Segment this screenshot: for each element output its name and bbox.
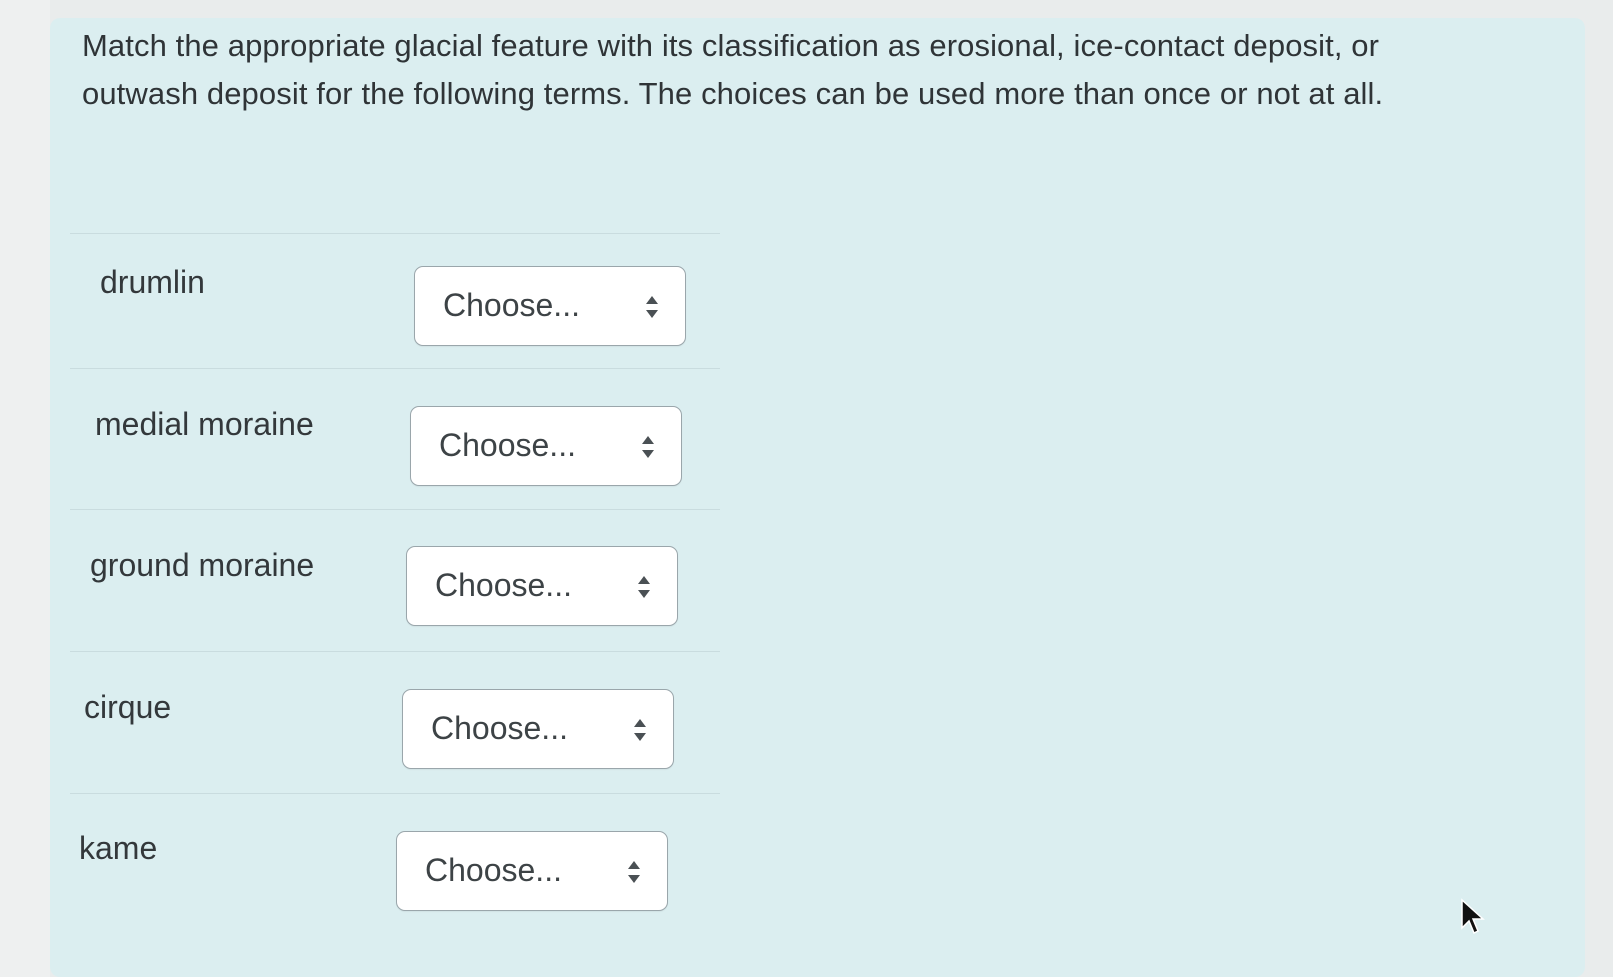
classification-select-drumlin[interactable]: Choose... <box>414 266 686 346</box>
row-divider <box>70 368 720 369</box>
row-divider <box>70 793 720 794</box>
mouse-pointer-icon <box>1461 898 1485 935</box>
select-value: Choose... <box>425 852 562 888</box>
select-value: Choose... <box>439 427 576 463</box>
term-ground-moraine: ground moraine <box>90 547 315 583</box>
select-value: Choose... <box>443 287 580 323</box>
select-value: Choose... <box>431 710 568 746</box>
row-divider <box>70 651 720 652</box>
question-panel <box>50 18 1585 977</box>
question-text: Match the appropriate glacial feature wi… <box>82 28 1384 111</box>
term-medial-moraine: medial moraine <box>95 406 314 442</box>
page-margin <box>0 0 50 977</box>
term-kame: kame <box>79 830 158 866</box>
classification-select-cirque[interactable]: Choose... <box>402 689 674 769</box>
classification-select-ground-moraine[interactable]: Choose... <box>406 546 678 626</box>
up-down-chevron-icon <box>634 719 646 741</box>
up-down-chevron-icon <box>642 436 654 458</box>
classification-select-kame[interactable]: Choose... <box>396 831 668 911</box>
row-divider <box>70 233 720 234</box>
classification-select-medial-moraine[interactable]: Choose... <box>410 406 682 486</box>
up-down-chevron-icon <box>646 296 658 318</box>
row-divider <box>70 509 720 510</box>
term-drumlin: drumlin <box>100 264 205 300</box>
up-down-chevron-icon <box>628 861 640 883</box>
select-value: Choose... <box>435 567 572 603</box>
up-down-chevron-icon <box>638 576 650 598</box>
term-cirque: cirque <box>84 689 172 725</box>
